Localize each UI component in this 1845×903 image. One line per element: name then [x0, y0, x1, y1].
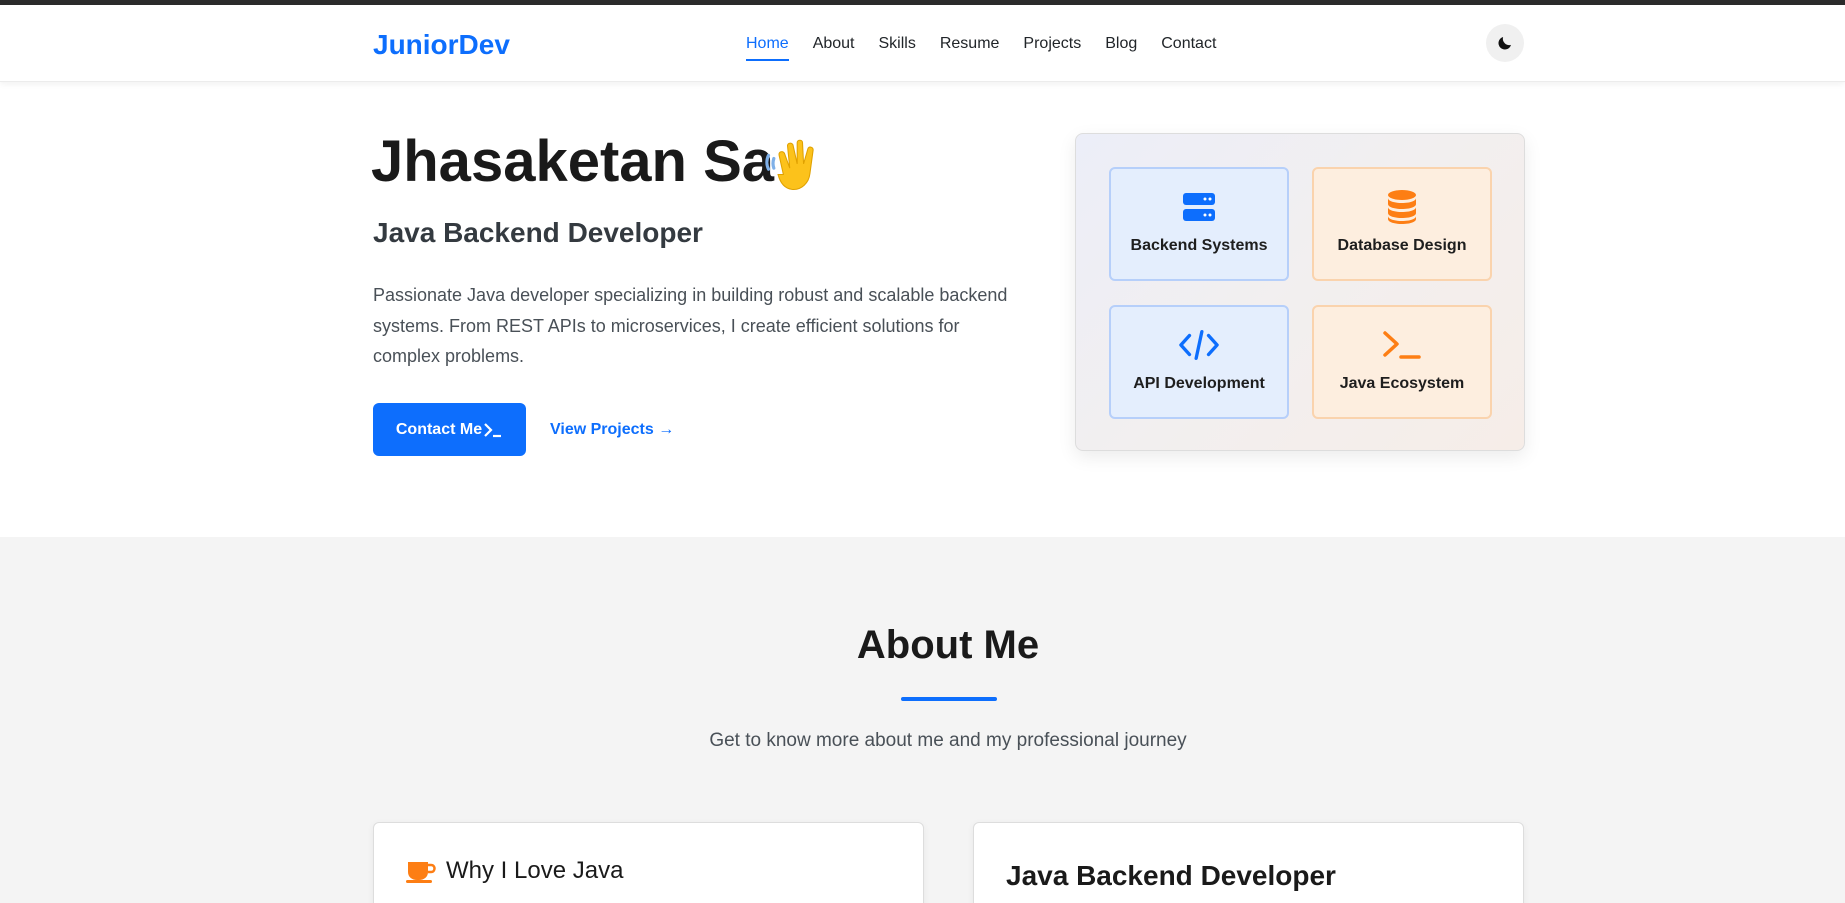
nav-link-projects[interactable]: Projects [1023, 35, 1081, 61]
nav-link-contact[interactable]: Contact [1161, 35, 1216, 61]
theme-toggle-button[interactable] [1486, 24, 1524, 62]
nav-links: Home About Skills Resume Projects Blog C… [746, 35, 1240, 61]
contact-me-label: Contact Me [395, 420, 483, 438]
tile-label: API Development [1133, 375, 1265, 392]
database-icon [1388, 190, 1416, 224]
title-underline [901, 697, 997, 701]
tile-label: Database Design [1337, 237, 1467, 254]
hero-role: Java Backend Developer [373, 217, 703, 248]
java-backend-card: Java Backend Developer [973, 822, 1524, 903]
tile-java-ecosystem[interactable]: Java Ecosystem [1312, 305, 1492, 419]
code-icon [1179, 330, 1219, 360]
waving-hand-icon [765, 139, 814, 190]
about-subtitle: Get to know more about me and my profess… [709, 730, 1187, 751]
nav-link-skills[interactable]: Skills [879, 35, 916, 61]
nav-link-resume[interactable]: Resume [940, 35, 1000, 61]
card-title: Java Backend Developer [1006, 860, 1336, 891]
skills-panel: Backend Systems Database Design API Deve… [1075, 133, 1525, 451]
server-icon [1183, 193, 1215, 221]
brand-logo[interactable]: JuniorDev [373, 29, 510, 61]
tile-backend-systems[interactable]: Backend Systems [1109, 167, 1289, 281]
why-java-card: Why I Love Java [373, 822, 924, 903]
card-title: Why I Love Java [446, 857, 624, 884]
terminal-icon [484, 422, 502, 437]
terminal-icon [1383, 331, 1421, 359]
nav-link-home[interactable]: Home [746, 35, 789, 61]
view-projects-link[interactable]: View Projects → [550, 421, 674, 439]
hero-name: Jhasaketan Sa [371, 129, 775, 194]
tile-database-design[interactable]: Database Design [1312, 167, 1492, 281]
navbar: JuniorDev Home About Skills Resume Proje… [0, 5, 1845, 82]
nav-link-blog[interactable]: Blog [1105, 35, 1137, 61]
nav-link-about[interactable]: About [813, 35, 855, 61]
hero-description: Passionate Java developer specializing i… [373, 285, 1008, 366]
tile-label: Backend Systems [1130, 237, 1268, 254]
tile-label: Java Ecosystem [1339, 375, 1465, 392]
contact-me-button[interactable]: Contact Me [373, 403, 526, 456]
coffee-cup-icon [406, 862, 436, 883]
moon-icon [1498, 37, 1511, 50]
about-title: About Me [856, 623, 1040, 667]
tile-api-development[interactable]: API Development [1109, 305, 1289, 419]
about-section: About Me Get to know more about me and m… [0, 537, 1845, 903]
